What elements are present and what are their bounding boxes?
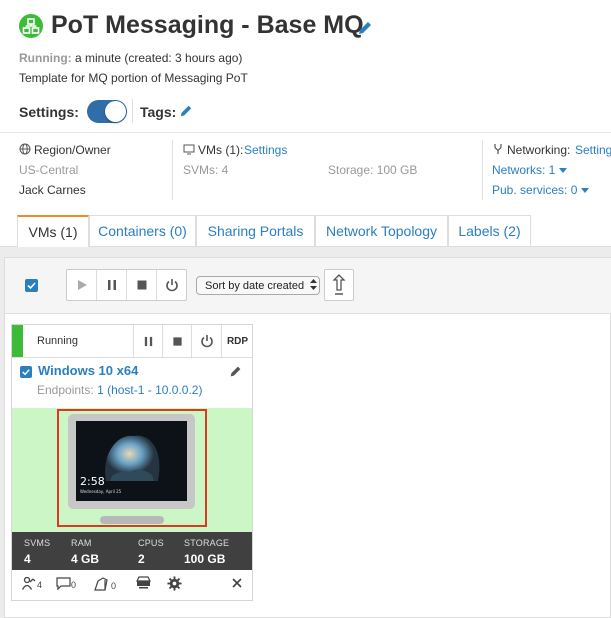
spec-value-ram: 4 GB (71, 552, 100, 566)
tab-labels[interactable]: Labels (2) (448, 215, 531, 246)
vm-power-button[interactable] (191, 325, 221, 357)
comments-button[interactable]: 0 (56, 577, 76, 590)
snapshots-count: 0 (111, 581, 117, 591)
power-icon[interactable] (157, 270, 186, 300)
sort-select-value: Sort by date created (205, 279, 305, 292)
close-icon (232, 578, 242, 588)
spec-label-storage: STORAGE (184, 538, 230, 548)
endpoints-link[interactable]: 1 (host-1 - 10.0.0.2) (97, 383, 202, 397)
rdp-label: RDP (226, 335, 249, 347)
vm-pause-button[interactable] (133, 325, 163, 357)
status-indicator (12, 325, 23, 357)
vm-select-checkbox[interactable] (20, 366, 32, 378)
endpoints-label: Endpoints: (37, 383, 94, 397)
spec-value-storage: 100 GB (184, 552, 226, 566)
page-title: PoT Messaging - Base MQ (51, 11, 364, 39)
networks-dropdown[interactable]: Networks: 1 (492, 163, 568, 177)
tab-vms[interactable]: VMs (1) (17, 215, 89, 247)
vm-stop-button[interactable] (162, 325, 192, 357)
spec-label-svms: SVMS (24, 538, 51, 548)
vm-endpoints: Endpoints: 1 (host-1 - 10.0.0.2) (37, 383, 202, 397)
vms-count-label: VMs (1): (198, 143, 244, 157)
settings-toggle[interactable] (87, 100, 127, 123)
storage-button[interactable] (136, 576, 151, 589)
disk-icon (136, 576, 151, 589)
sort-select[interactable]: Sort by date created (196, 276, 320, 295)
play-icon[interactable] (67, 270, 97, 300)
globe-icon (19, 143, 33, 157)
status-line: Running: a minute (created: 3 hours ago) (19, 51, 242, 65)
spec-label-ram: RAM (71, 538, 92, 548)
environment-description: Template for MQ portion of Messaging PoT (19, 71, 248, 85)
environment-logo-icon (19, 14, 43, 38)
vms-settings-link[interactable]: Settings (244, 143, 287, 157)
comments-count: 0 (71, 580, 77, 590)
region-owner-label: Region/Owner (34, 143, 111, 157)
users-count: 4 (37, 580, 43, 590)
vm-card-footer (12, 570, 252, 600)
chevron-down-icon (559, 168, 568, 174)
vm-name-link[interactable]: Windows 10 x64 (38, 363, 138, 378)
chevron-down-icon (581, 188, 590, 194)
owner-value: Jack Carnes (19, 183, 86, 197)
monitor-icon (183, 143, 195, 155)
snapshots-button[interactable]: 0 (94, 577, 116, 591)
edit-title-icon[interactable] (357, 20, 373, 36)
vm-status-text: Running (37, 335, 78, 347)
tab-containers[interactable]: Containers (0) (89, 215, 196, 246)
pause-icon (144, 336, 153, 346)
networking-settings-link[interactable]: Settings (575, 143, 611, 157)
snapshot-icon (94, 577, 108, 591)
region-value: US-Central (19, 163, 79, 177)
status-label: Running: (19, 51, 72, 65)
sort-arrows-icon (332, 274, 346, 295)
edit-vm-icon[interactable] (229, 365, 242, 378)
select-arrows-icon (310, 279, 317, 290)
screen-highlight-box (57, 409, 207, 527)
pause-icon[interactable] (97, 270, 127, 300)
sort-direction-button[interactable] (324, 269, 354, 301)
gear-icon (167, 576, 182, 591)
rdp-button[interactable]: RDP (221, 325, 253, 357)
spec-value-cpus: 2 (138, 552, 145, 566)
pub-services-dropdown[interactable]: Pub. services: 0 (492, 183, 590, 197)
stop-icon[interactable] (127, 270, 157, 300)
spec-label-cpus: CPUS (138, 538, 164, 548)
tags-label: Tags: (140, 104, 177, 120)
settings-label: Settings: (19, 104, 79, 120)
svms-value: SVMs: 4 (183, 163, 229, 177)
status-text: a minute (created: 3 hours ago) (75, 51, 243, 65)
network-fork-icon (492, 143, 504, 155)
users-button[interactable]: 4 (22, 577, 42, 590)
networks-label: Networks: 1 (492, 163, 556, 177)
settings-button[interactable] (167, 576, 182, 591)
power-icon (200, 335, 213, 348)
delete-vm-button[interactable] (232, 578, 242, 588)
tab-sharing-portals[interactable]: Sharing Portals (196, 215, 315, 246)
spec-value-svms: 4 (24, 552, 31, 566)
edit-tags-icon[interactable] (179, 104, 193, 118)
users-icon (22, 577, 36, 590)
tab-network-topology[interactable]: Network Topology (315, 215, 448, 246)
stop-icon (173, 336, 182, 346)
comment-icon (56, 577, 71, 590)
power-controls (66, 269, 187, 301)
pub-services-label: Pub. services: 0 (492, 183, 578, 197)
networking-label: Networking: (507, 143, 571, 157)
storage-value: Storage: 100 GB (328, 163, 418, 177)
select-all-checkbox[interactable] (25, 279, 38, 292)
